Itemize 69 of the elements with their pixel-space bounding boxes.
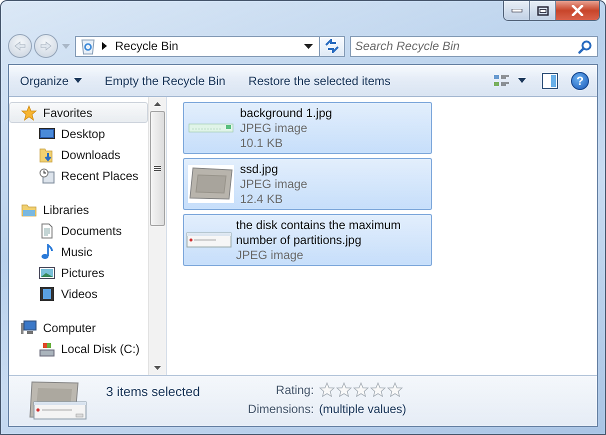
- file-type: JPEG image: [236, 248, 304, 262]
- recent-icon: [39, 168, 55, 184]
- chevron-icon[interactable]: [102, 42, 107, 50]
- star-icon[interactable]: [386, 382, 403, 397]
- navigation-item[interactable]: Computer: [9, 317, 148, 338]
- star-icon[interactable]: [336, 382, 352, 397]
- star-icon[interactable]: [352, 382, 369, 397]
- forward-arrow-icon: [40, 41, 52, 51]
- back-arrow-icon: [14, 41, 26, 51]
- refresh-button[interactable]: [319, 36, 344, 56]
- scrollbar[interactable]: [148, 97, 166, 375]
- navigation-item[interactable]: Documents: [9, 220, 148, 241]
- navigation-item[interactable]: Recent Places: [9, 165, 148, 186]
- pictures-icon: [39, 264, 55, 280]
- file-tile[interactable]: ssd.jpg JPEG image 12.4 KB: [183, 158, 432, 210]
- computer-icon: [21, 320, 37, 336]
- navigation-item[interactable]: Favorites: [9, 102, 148, 123]
- restore-icon: [536, 6, 548, 16]
- file-name: background 1.jpg: [240, 106, 332, 120]
- search-icon[interactable]: [578, 40, 592, 54]
- navigation-item[interactable]: Desktop: [9, 123, 148, 144]
- navigation-item[interactable]: Videos: [9, 283, 148, 304]
- close-icon: [571, 5, 584, 16]
- recycle-bin-icon: [80, 37, 96, 55]
- star-icon: [21, 104, 37, 120]
- desktop-icon: [39, 126, 55, 142]
- caret-icon: [518, 78, 526, 83]
- search-field[interactable]: Search Recycle Bin: [350, 36, 598, 56]
- grip-icon: [154, 166, 161, 172]
- selection-summary: 3 items selected: [106, 384, 200, 399]
- address-location[interactable]: Recycle Bin: [115, 39, 304, 53]
- details-view-icon: [494, 74, 510, 88]
- file-tile[interactable]: background 1.jpg JPEG image 10.1 KB: [183, 102, 432, 154]
- scroll-down-icon[interactable]: [154, 366, 161, 370]
- close-button[interactable]: [556, 1, 599, 20]
- toolbar-button[interactable]: Empty the Recycle Bin: [98, 70, 232, 92]
- file-size: 10.1 KB: [240, 136, 284, 150]
- address-bar[interactable]: Recycle Bin: [75, 36, 345, 56]
- music-icon: [39, 244, 55, 260]
- rating-label: Rating:: [274, 382, 314, 396]
- file-size: 12.4 KB: [240, 192, 284, 206]
- file-tile[interactable]: the disk contains the maximum number of partitions.jpg JPEG image: [183, 214, 432, 266]
- file-name: ssd.jpg: [240, 162, 280, 176]
- documents-icon: [39, 222, 55, 238]
- navigation-item[interactable]: Libraries: [9, 199, 148, 220]
- star-icon[interactable]: [318, 382, 335, 397]
- disk-icon: [39, 340, 55, 356]
- refresh-icon: [324, 39, 340, 53]
- minimize-icon: [510, 8, 522, 12]
- star-icon[interactable]: [370, 382, 386, 397]
- dimensions-value: (multiple values): [318, 402, 406, 416]
- caret-icon[interactable]: [304, 44, 313, 48]
- file-type: JPEG image: [240, 176, 308, 192]
- navigation-item[interactable]: Pictures: [9, 262, 148, 283]
- downloads-icon: [39, 146, 55, 162]
- navigation-item[interactable]: Downloads: [9, 144, 148, 165]
- file-type: JPEG image: [240, 120, 308, 136]
- toolbar-button[interactable]: Restore the selected items: [241, 70, 398, 92]
- toolbar-button[interactable]: Organize: [13, 70, 89, 92]
- file-name: the disk contains the maximum number of partitions.jpg: [236, 218, 402, 248]
- videos-icon: [39, 286, 55, 302]
- minimize-button[interactable]: [504, 1, 530, 20]
- maximize-button[interactable]: [530, 1, 556, 20]
- scroll-up-icon[interactable]: [154, 102, 161, 106]
- navigation-item[interactable]: Music: [9, 241, 148, 262]
- dimensions-label: Dimensions:: [246, 402, 314, 416]
- navigation-item[interactable]: Local Disk (C:): [9, 338, 148, 359]
- folder-icon: [21, 202, 37, 218]
- preview-pane-icon: [542, 72, 558, 88]
